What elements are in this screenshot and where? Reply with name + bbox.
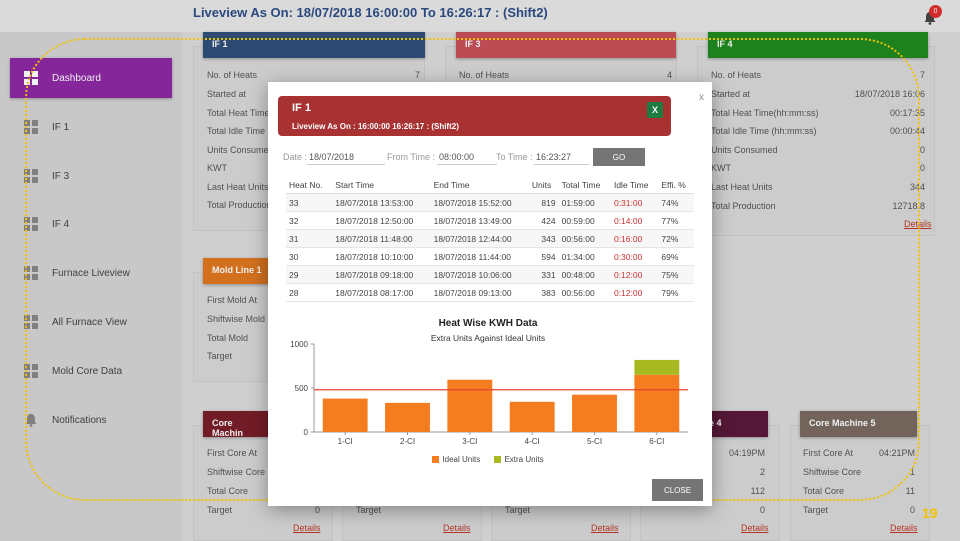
legend-label: Ideal Units	[442, 455, 481, 464]
table-cell: 0:12:00	[610, 283, 659, 302]
table-cell: 00:59:00	[558, 211, 611, 230]
table-cell: 343	[528, 229, 559, 248]
table-cell: 33	[286, 193, 333, 212]
table-cell: 18/07/2018 11:48:00	[332, 229, 431, 248]
table-cell: 0:30:00	[610, 247, 659, 266]
column-header: Units	[528, 177, 559, 194]
table-header-row: Heat No. Start Time End Time Units Total…	[286, 177, 694, 194]
from-time-input[interactable]	[437, 149, 497, 165]
table-cell: 383	[528, 283, 559, 302]
table-row: 33 18/07/2018 13:53:00 18/07/2018 15:52:00…	[286, 193, 694, 212]
x-tick-label: 4-CI	[525, 437, 540, 446]
filter-row: Date : From Time : To Time : GO	[283, 148, 703, 167]
table-cell: 0:14:00	[610, 211, 659, 230]
table-cell: 30	[286, 247, 333, 266]
table-row: 28 18/07/2018 08:17:00 18/07/2018 09:13:00…	[286, 283, 694, 302]
table-cell: 18/07/2018 12:44:00	[430, 229, 529, 248]
legend-item-extra[interactable]: Extra Units	[494, 455, 544, 464]
bar-ideal	[385, 402, 430, 432]
table-cell: 18/07/2018 08:17:00	[332, 283, 431, 302]
bar-ideal	[509, 401, 555, 432]
column-header: Heat No.	[286, 177, 333, 194]
table-cell: 18/07/2018 12:50:00	[332, 211, 431, 230]
chart-plot: 0 500 1000 1-CI 2-CI 3-CI 4-CI 5-CI 6-CI	[290, 340, 688, 446]
x-tick-label: 6-CI	[649, 437, 664, 446]
table-cell: 29	[286, 265, 333, 284]
table-cell: 18/07/2018 09:13:00	[430, 283, 529, 302]
table-cell: 18/07/2018 11:44:00	[430, 247, 529, 266]
table-row: 29 18/07/2018 09:18:00 18/07/2018 10:06:00…	[286, 265, 694, 284]
table-cell: 18/07/2018 10:06:00	[430, 265, 529, 284]
table-cell: 00:56:00	[558, 283, 611, 302]
bar-ideal	[322, 398, 368, 432]
bar-extra	[634, 359, 680, 375]
table-cell: 31	[286, 229, 333, 248]
chart-legend: Ideal Units Extra Units	[278, 455, 698, 464]
table-cell: 18/07/2018 09:18:00	[332, 265, 431, 284]
slide-number: 19	[922, 505, 938, 521]
table-cell: 594	[528, 247, 559, 266]
table-cell: 0:12:00	[610, 265, 659, 284]
table-cell: 00:48:00	[558, 265, 611, 284]
y-tick-label: 500	[295, 384, 309, 393]
table-row: 30 18/07/2018 10:10:00 18/07/2018 11:44:00…	[286, 247, 694, 266]
table-cell: 01:59:00	[558, 193, 611, 212]
x-tick-label: 5-CI	[587, 437, 602, 446]
table-cell: 331	[528, 265, 559, 284]
x-tick-label: 3-CI	[462, 437, 477, 446]
heat-kwh-chart: Heat Wise KWH Data Extra Units Against I…	[278, 312, 698, 472]
legend-swatch	[432, 456, 440, 464]
excel-export-icon[interactable]: X	[647, 102, 663, 118]
bar-ideal	[572, 394, 617, 432]
y-tick-label: 1000	[290, 340, 308, 349]
table-cell: 69%	[658, 247, 694, 266]
column-header: Idle Time	[610, 177, 659, 194]
table-row: 32 18/07/2018 12:50:00 18/07/2018 13:49:00…	[286, 211, 694, 230]
table-cell: 32	[286, 211, 333, 230]
from-time-label: From Time :	[387, 152, 436, 162]
table-cell: 00:56:00	[558, 229, 611, 248]
to-time-input[interactable]	[534, 149, 589, 165]
go-button[interactable]: GO	[593, 148, 645, 166]
table-cell: 72%	[658, 229, 694, 248]
table-cell: 424	[528, 211, 559, 230]
table-cell: 28	[286, 283, 333, 302]
table-cell: 74%	[658, 193, 694, 212]
x-tick-label: 1-CI	[338, 437, 353, 446]
close-icon[interactable]: x	[699, 92, 704, 103]
table-cell: 18/07/2018 15:52:00	[430, 193, 529, 212]
legend-label: Extra Units	[504, 455, 544, 464]
table-cell: 01:34:00	[558, 247, 611, 266]
table-row: 31 18/07/2018 11:48:00 18/07/2018 12:44:00…	[286, 229, 694, 248]
to-time-label: To Time :	[496, 152, 533, 162]
bar-ideal	[634, 374, 680, 432]
modal-subtitle: Liveview As On : 16:00:00 16:26:17 : (Sh…	[292, 122, 459, 131]
table-cell: 77%	[658, 211, 694, 230]
x-tick-label: 2-CI	[400, 437, 415, 446]
date-input[interactable]	[307, 149, 385, 165]
table-cell: 75%	[658, 265, 694, 284]
y-tick-label: 0	[304, 428, 309, 437]
legend-item-ideal[interactable]: Ideal Units	[432, 455, 480, 464]
close-button[interactable]: CLOSE	[652, 479, 703, 501]
table-cell: 18/07/2018 10:10:00	[332, 247, 431, 266]
bar-ideal	[447, 379, 493, 432]
modal-header: IF 1 Liveview As On : 16:00:00 16:26:17 …	[278, 96, 671, 136]
table-cell: 819	[528, 193, 559, 212]
table-cell: 0:16:00	[610, 229, 659, 248]
table-cell: 18/07/2018 13:49:00	[430, 211, 529, 230]
column-header: Start Time	[332, 177, 431, 194]
modal-title: IF 1	[292, 102, 311, 114]
date-label: Date :	[283, 152, 308, 162]
table-cell: 79%	[658, 283, 694, 302]
heats-table: Heat No. Start Time End Time Units Total…	[286, 177, 694, 302]
if1-modal: x IF 1 Liveview As On : 16:00:00 16:26:1…	[268, 82, 712, 506]
table-cell: 0:31:00	[610, 193, 659, 212]
column-header: End Time	[430, 177, 529, 194]
legend-swatch	[494, 456, 502, 464]
column-header: Total Time	[558, 177, 611, 194]
table-cell: 18/07/2018 13:53:00	[332, 193, 431, 212]
column-header: Effi. %	[658, 177, 694, 194]
